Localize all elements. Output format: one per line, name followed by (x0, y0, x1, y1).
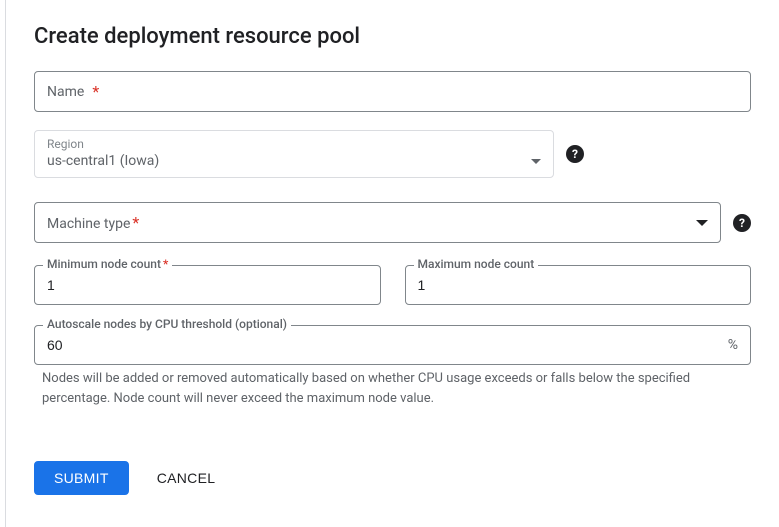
percent-suffix: % (728, 337, 738, 353)
help-icon[interactable]: ? (733, 214, 751, 232)
autoscale-field: Autoscale nodes by CPU threshold (option… (34, 325, 751, 408)
max-nodes-label: Maximum node count (414, 257, 539, 271)
dialog-title: Create deployment resource pool (34, 24, 751, 49)
help-icon[interactable]: ? (566, 145, 584, 163)
dialog-footer: SUBMIT CANCEL (34, 449, 751, 503)
min-nodes-input[interactable] (47, 277, 368, 293)
name-input-wrap[interactable]: Name * (34, 71, 751, 112)
autoscale-label: Autoscale nodes by CPU threshold (option… (43, 317, 291, 331)
create-resource-pool-dialog: Create deployment resource pool Name * Re… (6, 0, 779, 527)
region-label: Region (47, 137, 541, 151)
required-indicator: * (132, 213, 139, 232)
region-select[interactable]: Region us-central1 (Iowa) (34, 130, 554, 178)
region-value-row: us-central1 (Iowa) (47, 153, 541, 169)
chevron-down-icon (531, 159, 541, 164)
machine-type-field: Machine type* (34, 202, 721, 243)
required-indicator: * (92, 82, 99, 101)
form-area: Name * Region us-central1 (Iowa) ? Machin… (34, 71, 751, 449)
min-nodes-input-wrap[interactable] (34, 265, 381, 305)
cancel-button[interactable]: CANCEL (141, 461, 232, 495)
autoscale-input[interactable] (47, 337, 722, 353)
region-value: us-central1 (Iowa) (47, 153, 159, 169)
chevron-down-icon (696, 220, 708, 226)
max-nodes-field: Maximum node count (405, 265, 752, 305)
min-nodes-label: Minimum node count* (43, 257, 172, 271)
autoscale-input-wrap[interactable]: % (34, 325, 751, 365)
name-field: Name * (34, 71, 751, 112)
machine-type-row: Machine type* ? (34, 202, 751, 243)
autoscale-helper-text: Nodes will be added or removed automatic… (34, 365, 751, 408)
machine-type-select[interactable]: Machine type* (34, 202, 721, 243)
max-nodes-input[interactable] (418, 277, 739, 293)
node-count-row: Minimum node count* Maximum node count (34, 265, 751, 305)
machine-type-label: Machine type (47, 216, 130, 232)
max-nodes-input-wrap[interactable] (405, 265, 752, 305)
region-row: Region us-central1 (Iowa) ? (34, 130, 751, 178)
submit-button[interactable]: SUBMIT (34, 461, 129, 495)
min-nodes-field: Minimum node count* (34, 265, 381, 305)
name-label: Name (47, 84, 84, 100)
